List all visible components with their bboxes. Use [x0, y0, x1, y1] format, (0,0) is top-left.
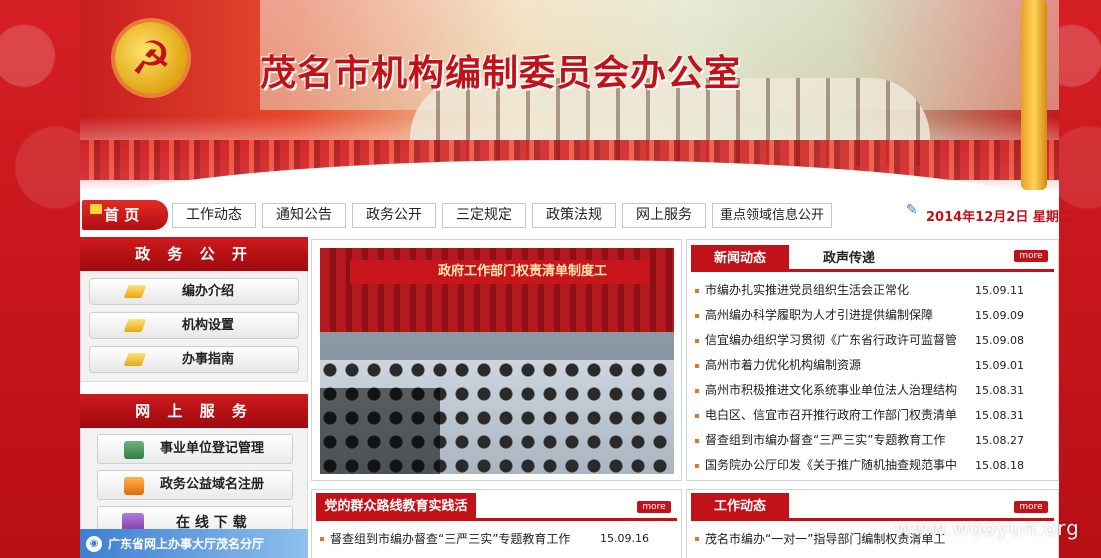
guangdong-service-hall-banner[interactable]: ◉ 广东省网上办事大厅茂名分厅 [80, 529, 308, 558]
nav-item-gov-affairs[interactable]: 政务公开 [352, 203, 436, 228]
service-panel-title: 网 上 服 务 [80, 394, 308, 428]
news-title: 电白区、信宜市召开推行政府工作部门权责清单 [705, 408, 958, 422]
nav-home-label: 首 页 [104, 206, 140, 224]
nav-home[interactable]: 首 页 [82, 200, 168, 230]
news-date: 15.09.09 [975, 309, 1024, 322]
flag-icon [90, 204, 102, 214]
gov-panel-title: 政 务 公 开 [80, 237, 308, 271]
news-title: 督查组到市编办督查“三严三实”专题教育工作 [705, 433, 946, 447]
header-banner: ☭ 茂名市机构编制委员会办公室 [80, 0, 1059, 195]
domain-icon [124, 477, 144, 495]
nav-item-online-services[interactable]: 网上服务 [622, 203, 706, 228]
gov-panel-body: 编办介绍 机构设置 办事指南 [80, 271, 308, 382]
current-date: 2014年12月2日 星期二 [926, 210, 1072, 225]
news-title: 高州市积极推进文化系统事业单位法人治理结构 [705, 383, 958, 397]
news-date: 15.09.01 [975, 359, 1024, 372]
left-background-decoration [0, 0, 80, 558]
party-activity-panel: 党的群众路线教育实践活动 more 督查组到市编办督查“三严三实”专题教育工作 … [311, 489, 682, 558]
party-more-button[interactable]: more [637, 501, 671, 513]
service-label: 政务公益域名注册 [160, 477, 265, 492]
domain-registration-button[interactable]: 政务公益域名注册 [97, 470, 293, 500]
sidebar-item-office-intro[interactable]: 编办介绍 [89, 278, 299, 305]
list-item[interactable]: 高州市着力优化机构编制资源 15.09.01 [693, 353, 1052, 378]
page-container: ☭ 茂名市机构编制委员会办公室 首 页 工作动态 通知公告 政务公开 三定规定 … [80, 0, 1072, 558]
nav-item-three-determinations[interactable]: 三定规定 [442, 203, 526, 228]
news-date: 15.08.27 [975, 434, 1024, 447]
registration-icon [124, 441, 144, 459]
news-date: 15.09.08 [975, 334, 1024, 347]
news-list: 市编办扎实推进党员组织生活会正常化 15.09.11 高州编办科学履职为人才引进提… [693, 278, 1052, 478]
party-emblem-icon: ☭ [115, 22, 187, 94]
left-sidebar: 政 务 公 开 编办介绍 机构设置 办事指南 网 上 服 务 事业单位登记管理 [80, 237, 308, 558]
work-panel-title: 工作动态 [691, 493, 789, 521]
list-item[interactable]: 高州编办科学履职为人才引进提供编制保障 15.09.09 [693, 303, 1052, 328]
bullet-icon [695, 339, 699, 343]
folder-icon [123, 285, 147, 298]
folder-icon [123, 353, 147, 366]
party-item-date: 15.09.16 [600, 532, 649, 545]
party-item-title: 督查组到市编办督查“三严三实”专题教育工作 [330, 532, 571, 546]
tab-news[interactable]: 新闻动态 [691, 245, 789, 272]
nav-item-notices[interactable]: 通知公告 [262, 203, 346, 228]
news-date: 15.08.31 [975, 409, 1024, 422]
guangdong-banner-text: 广东省网上办事大厅茂名分厅 [108, 537, 265, 551]
folder-icon [123, 319, 147, 332]
party-panel-header: 党的群众路线教育实践活动 more [316, 493, 677, 542]
bullet-icon [695, 414, 699, 418]
tab-voices[interactable]: 政声传递 [801, 245, 897, 272]
list-item[interactable]: 市编办扎实推进党员组织生活会正常化 15.09.11 [693, 278, 1052, 303]
list-item[interactable]: 督查组到市编办督查“三严三实”专题教育工作 15.08.27 [693, 428, 1052, 453]
list-item[interactable]: 国务院办公厅印发《关于推广随机抽查规范事中 15.08.18 [693, 453, 1052, 478]
calendar-icon: ✎ [906, 202, 918, 218]
watermark: www.wooyun.org [895, 516, 1080, 540]
bullet-icon [695, 289, 699, 293]
work-more-button[interactable]: more [1014, 501, 1048, 513]
nav-item-policies[interactable]: 政策法规 [532, 203, 616, 228]
news-tabs: 新闻动态 政声传递 more [691, 242, 1054, 272]
photo-shadow [320, 388, 440, 474]
party-panel-title: 党的群众路线教育实践活动 [316, 493, 476, 542]
sidebar-item-label: 编办介绍 [182, 284, 235, 299]
service-label: 事业单位登记管理 [160, 441, 265, 456]
bullet-icon [695, 364, 699, 368]
institution-registration-button[interactable]: 事业单位登记管理 [97, 434, 293, 464]
news-photo-box: 政府工作部门权责清单制度工 [311, 239, 682, 481]
sidebar-item-org-setup[interactable]: 机构设置 [89, 312, 299, 339]
bullet-icon [695, 389, 699, 393]
main-nav: 首 页 工作动态 通知公告 政务公开 三定规定 政策法规 网上服务 重点领域信息… [80, 198, 1072, 232]
list-item[interactable]: 信宜编办组织学习贯彻《广东省行政许可监督管 15.09.08 [693, 328, 1052, 353]
news-more-button[interactable]: more [1014, 250, 1048, 262]
news-title: 信宜编办组织学习贯彻《广东省行政许可监督管 [705, 333, 958, 347]
news-title: 高州市着力优化机构编制资源 [705, 358, 862, 372]
list-item[interactable]: 高州市积极推进文化系统事业单位法人治理结构 15.08.31 [693, 378, 1052, 403]
news-title: 国务院办公厅印发《关于推广随机抽查规范事中 [705, 458, 958, 472]
site-title: 茂名市机构编制委员会办公室 [260, 52, 742, 94]
bullet-icon [320, 537, 324, 541]
news-title: 高州编办科学履职为人才引进提供编制保障 [705, 308, 934, 322]
meeting-photo[interactable]: 政府工作部门权责清单制度工 [320, 248, 674, 474]
globe-icon: ◉ [86, 536, 102, 552]
news-date: 15.08.31 [975, 384, 1024, 397]
nav-item-key-disclosure[interactable]: 重点领域信息公开 [712, 203, 832, 228]
nav-item-work-news[interactable]: 工作动态 [172, 203, 256, 228]
sidebar-item-label: 办事指南 [182, 352, 235, 367]
bullet-icon [695, 464, 699, 468]
news-title: 市编办扎实推进党员组织生活会正常化 [705, 283, 910, 297]
bullet-icon [695, 439, 699, 443]
sidebar-item-label: 机构设置 [182, 318, 235, 333]
bullet-icon [695, 314, 699, 318]
news-date: 15.08.18 [975, 459, 1024, 472]
sidebar-item-service-guide[interactable]: 办事指南 [89, 346, 299, 373]
bullet-icon [695, 537, 699, 541]
column-tower-decoration [1021, 0, 1047, 190]
list-item[interactable]: 督查组到市编办督查“三严三实”专题教育工作 15.09.16 [318, 527, 675, 551]
news-date: 15.09.11 [975, 284, 1024, 297]
photo-stage-banner: 政府工作部门权责清单制度工 [350, 260, 650, 284]
news-panel: 新闻动态 政声传递 more 市编办扎实推进党员组织生活会正常化 15.09.11… [686, 239, 1059, 481]
list-item[interactable]: 电白区、信宜市召开推行政府工作部门权责清单 15.08.31 [693, 403, 1052, 428]
right-background-decoration [1059, 0, 1101, 558]
